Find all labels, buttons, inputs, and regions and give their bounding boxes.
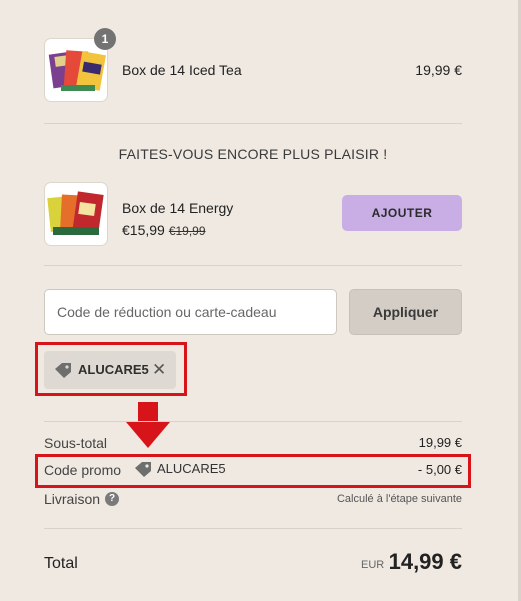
total-value: 14,99 € <box>388 549 462 574</box>
help-icon[interactable]: ? <box>105 492 119 506</box>
divider <box>44 123 462 124</box>
total-label: Total <box>44 555 78 572</box>
annotation-highlight-promo-row <box>35 454 471 488</box>
discount-code-input[interactable] <box>44 289 337 335</box>
down-arrow-annotation <box>126 402 170 448</box>
upsell-item-name: Box de 14 Energy <box>122 200 234 216</box>
cart-item-name: Box de 14 Iced Tea <box>122 62 242 78</box>
currency-code: EUR <box>361 559 385 571</box>
shipping-label: Livraison <box>44 491 101 507</box>
cart-line-item: 1 Box de 14 Iced Tea 19,99 € <box>44 28 462 102</box>
quantity-badge: 1 <box>94 28 116 50</box>
cart-item-price: 19,99 € <box>415 62 462 78</box>
divider <box>44 421 462 422</box>
upsell-price: €15,99 €19,99 <box>122 222 206 238</box>
subtotal-label: Sous-total <box>44 435 108 451</box>
add-upsell-button[interactable]: AJOUTER <box>342 195 462 231</box>
product-image-energy <box>44 182 108 246</box>
divider <box>44 528 462 529</box>
annotation-highlight-chip <box>35 342 187 396</box>
upsell-item: Box de 14 Energy €15,99 €19,99 AJOUTER <box>44 182 462 246</box>
upsell-sale-price: €15,99 <box>122 222 165 238</box>
upsell-compare-price: €19,99 <box>168 224 206 238</box>
divider <box>44 265 462 266</box>
apply-discount-button[interactable]: Appliquer <box>349 289 462 335</box>
upsell-title: FAITES-VOUS ENCORE PLUS PLAISIR ! <box>118 146 388 162</box>
subtotal-value: 19,99 € <box>418 435 462 450</box>
shipping-value: Calculé à l'étape suivante <box>336 493 462 505</box>
